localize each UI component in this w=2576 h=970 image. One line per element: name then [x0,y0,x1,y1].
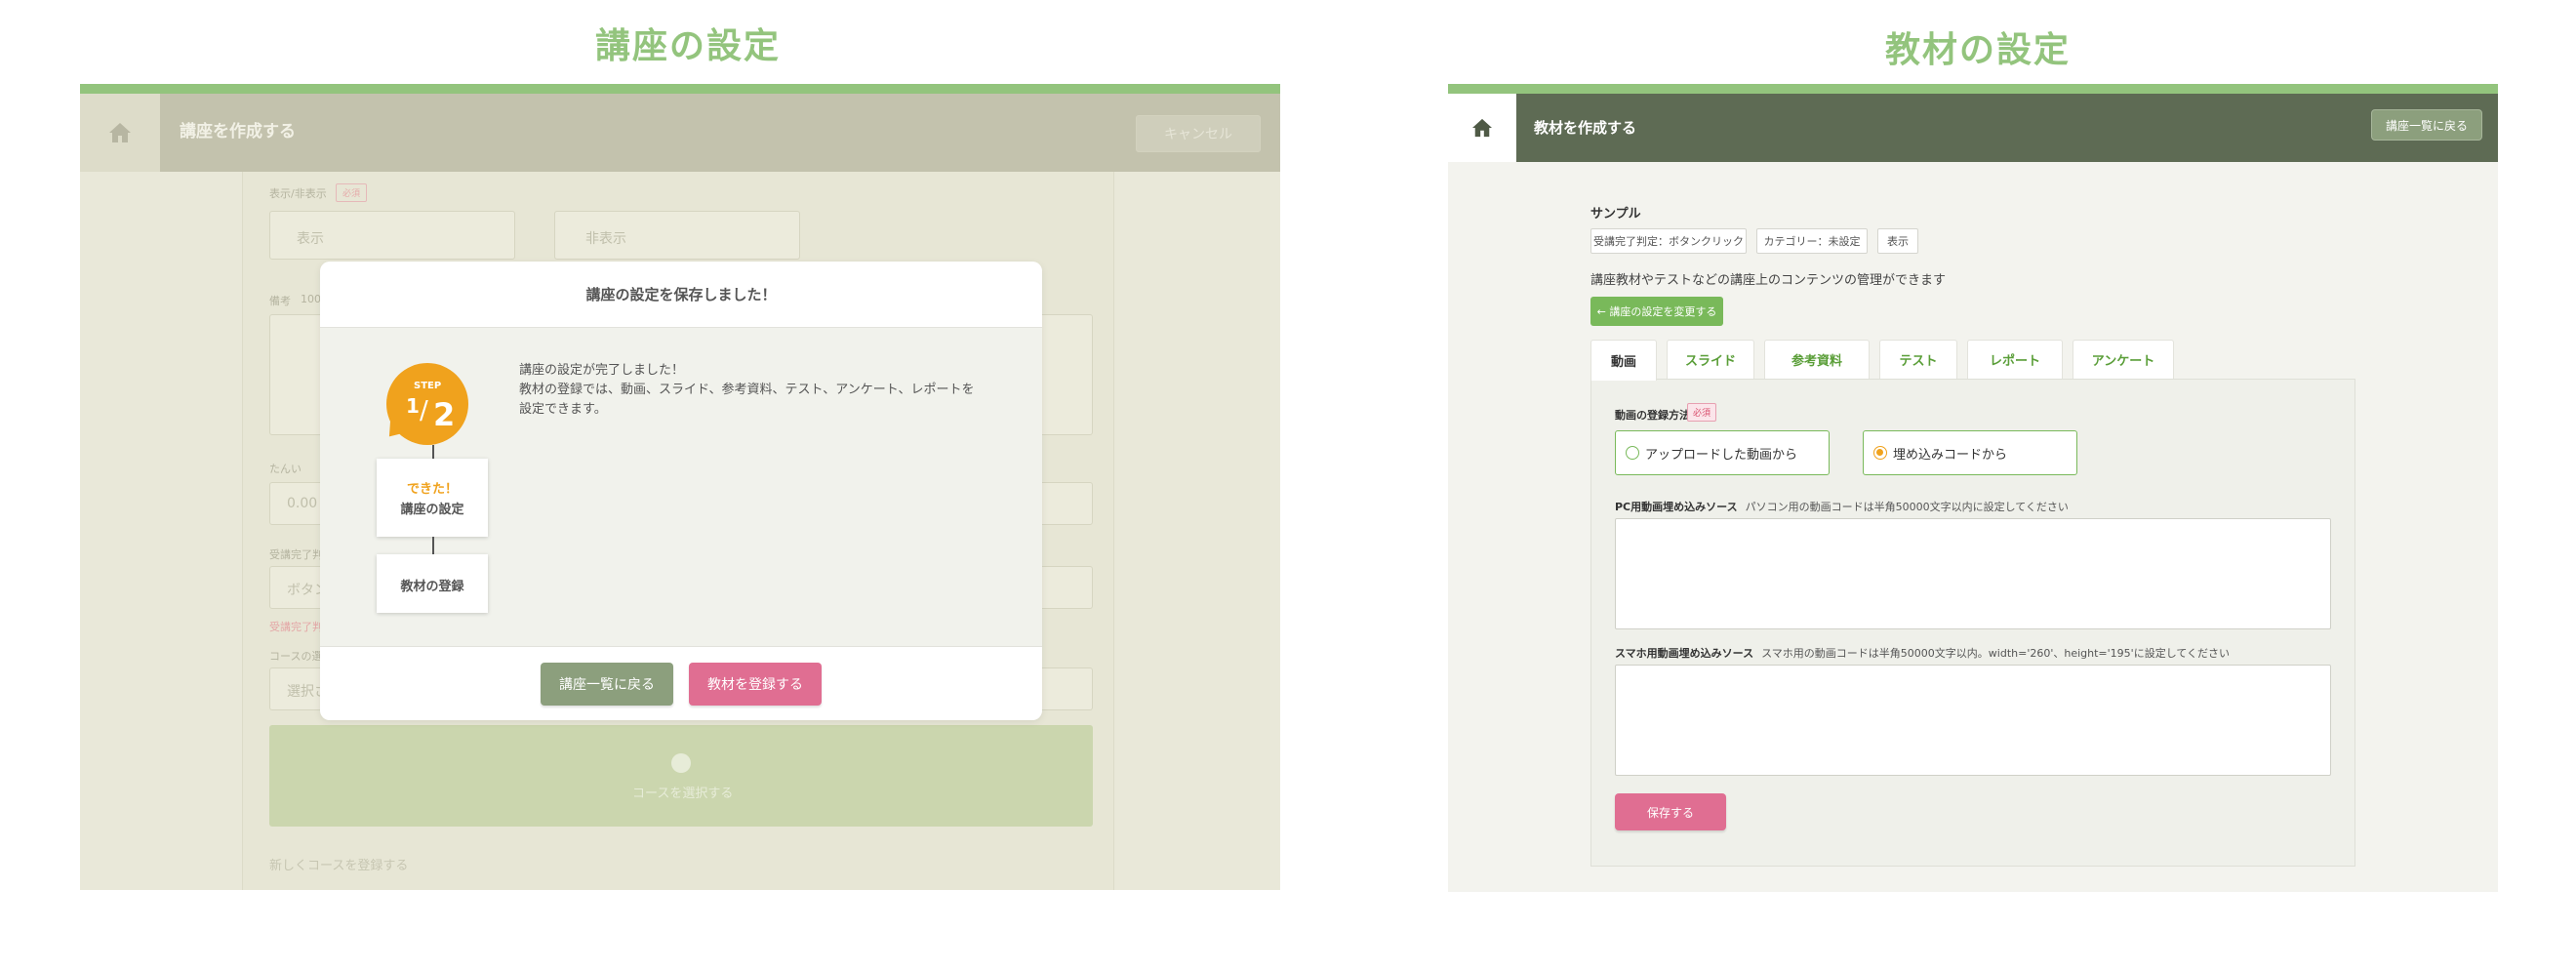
new-course-link[interactable]: 新しくコースを登録する [269,855,408,873]
home-icon [109,123,131,142]
pc-embed-textarea[interactable] [1615,518,2331,629]
sp-source-label: スマホ用動画埋め込みソース スマホ用の動画コードは半角50000文字以内。widt… [1615,645,2230,661]
unit-value: 0.00 [287,496,318,511]
video-tab-panel: 動画の登録方法 必須 アップロードした動画から 埋め込みコードから PC用動画埋… [1590,379,2355,867]
tab-slide[interactable]: スライド [1667,340,1754,379]
page-title: 教材を作成する [1534,119,1637,137]
pc-source-hint: パソコン用の動画コードは半角50000文字以内に設定してください [1745,501,2069,513]
section-title-course: 講座の設定 [595,26,782,66]
select-course-area[interactable] [269,725,1093,827]
material-settings-screen: 教材を作成する 講座一覧に戻る サンプル 受講完了判定：ボタンクリック カテゴリ… [1448,84,2498,892]
radio-embed[interactable]: 埋め込みコードから [1863,430,2077,475]
tab-report[interactable]: レポート [1967,340,2063,379]
course-settings-screen: 講座を作成する キャンセル 表示/非表示 必須 表示 非表示 備考 1000 た… [80,84,1280,890]
sp-source-title: スマホ用動画埋め込みソース [1615,647,1754,660]
back-to-list-button[interactable]: 講座一覧に戻る [541,663,673,706]
required-badge: 必須 [1687,403,1717,422]
radio-embed-label: 埋め込みコードから [1893,447,2008,463]
tab-video[interactable]: 動画 [1590,340,1657,381]
home-icon [1472,118,1492,138]
message-line: 教材の登録では、動画、スライド、参考資料、テスト、アンケート、レポートを [519,383,975,397]
cancel-button[interactable]: キャンセル [1136,115,1261,152]
step-word: STEP [414,381,442,391]
note-label: 備考 [269,295,291,307]
step1-box: できた！ 講座の設定 [377,459,488,537]
modal-footer: 講座一覧に戻る 教材を登録する [320,646,1042,720]
step-connector [432,537,434,554]
home-button[interactable] [80,94,160,172]
tag-visibility: 表示 [1877,228,1918,254]
description: 講座教材やテストなどの講座上のコンテンツの管理ができます [1590,273,1947,288]
tab-reference[interactable]: 参考資料 [1764,340,1870,379]
radio-unchecked-icon [1626,446,1639,460]
radio-upload-label: アップロードした動画から [1645,447,1798,463]
accent-bar [1448,84,2498,94]
pc-source-label: PC用動画埋め込みソース パソコン用の動画コードは半角50000文字以内に設定して… [1615,499,2069,514]
page-title: 講座を作成する [180,122,296,141]
radio-hide-label: 非表示 [585,231,626,247]
step-slash: / [420,396,428,425]
modal-message: 講座の設定が完了しました！ 教材の登録では、動画、スライド、参考資料、テスト、ア… [519,361,997,420]
radio-upload[interactable]: アップロードした動画から [1615,430,1830,475]
complete-label: 受講完了判 [269,548,323,561]
required-badge: 必須 [336,183,368,202]
save-complete-modal: 講座の設定を保存しました！ STEP 1 / 2 できた！ 講座の設定 教材の登… [320,262,1042,720]
step1-label: 講座の設定 [400,503,464,517]
message-line: 講座の設定が完了しました！ [519,363,685,378]
radio-show-label: 表示 [297,231,324,247]
save-button[interactable]: 保存する [1615,793,1726,830]
section-title-material: 教材の設定 [1885,30,2072,70]
home-button[interactable] [1448,94,1516,162]
register-material-button[interactable]: 教材を登録する [689,663,822,706]
course-label: コースの選 [269,650,323,663]
plus-icon [671,753,691,773]
method-label: 動画の登録方法 [1615,409,1690,422]
step-connector [432,445,434,459]
tab-survey[interactable]: アンケート [2073,340,2174,379]
message-line: 設定できます。 [519,402,607,417]
modal-title: 講座の設定を保存しました！ [320,262,1042,328]
visibility-label: 表示/非表示 [269,187,327,200]
step2-label: 教材の登録 [400,580,464,594]
sp-embed-textarea[interactable] [1615,665,2331,776]
sp-source-hint: スマホ用の動画コードは半角50000文字以内。width='260'、heigh… [1761,647,2231,660]
accent-bar [80,84,1280,94]
unit-label: たんい [269,463,302,475]
step-current: 1 [406,394,420,418]
back-to-list-button[interactable]: 講座一覧に戻る [2371,109,2482,141]
select-course-label: コースを選択する [632,787,734,801]
step2-box: 教材の登録 [377,554,488,613]
complete-warning: 受講完了判 [269,621,323,633]
tag-category: カテゴリー：未設定 [1756,228,1868,254]
radio-checked-icon [1873,446,1887,460]
pc-source-title: PC用動画埋め込みソース [1615,501,1738,513]
step1-done: できた！ [406,482,458,497]
change-course-settings-button[interactable]: ← 講座の設定を変更する [1590,297,1723,326]
step-total: 2 [433,396,456,433]
course-name: サンプル [1590,207,1641,222]
tab-test[interactable]: テスト [1879,340,1957,379]
tag-complete: 受講完了判定：ボタンクリック [1590,228,1747,254]
